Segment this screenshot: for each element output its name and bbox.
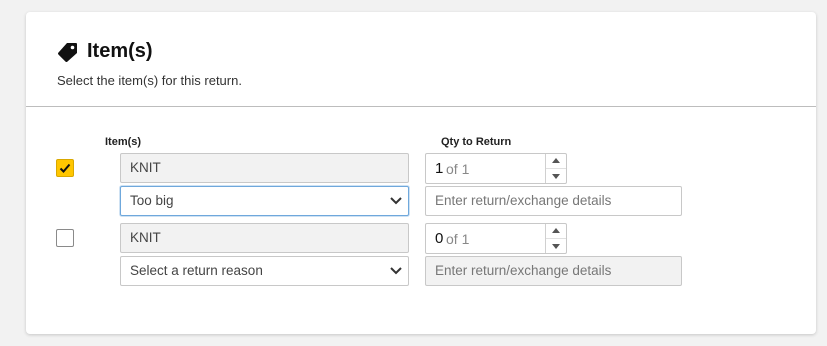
qty-column-header: Qty to Return — [441, 136, 512, 148]
section-header: Item(s) Select the item(s) for this retu… — [26, 12, 816, 107]
items-column-header: Item(s) — [105, 136, 142, 148]
tag-icon — [58, 43, 77, 62]
item-name-field-1: KNIT — [120, 153, 409, 183]
qty-increment-button-1[interactable] — [546, 154, 566, 169]
return-reason-value-1: Too big — [130, 193, 174, 208]
qty-increment-button-2[interactable] — [546, 224, 566, 239]
check-icon — [59, 163, 71, 173]
return-items-card: Item(s) Select the item(s) for this retu… — [26, 12, 816, 334]
section-subtitle: Select the item(s) for this return. — [57, 73, 242, 88]
item-checkbox-1[interactable] — [56, 159, 74, 177]
return-details-input-1[interactable]: Enter return/exchange details — [425, 186, 682, 216]
section-title: Item(s) — [87, 40, 153, 62]
caret-up-icon — [552, 158, 560, 163]
qty-spinner-2 — [545, 224, 566, 253]
qty-spinner-1 — [545, 154, 566, 183]
qty-decrement-button-2[interactable] — [546, 239, 566, 253]
return-reason-select-1[interactable]: Too big — [120, 186, 409, 216]
caret-down-icon — [552, 174, 560, 179]
caret-up-icon — [552, 228, 560, 233]
qty-decrement-button-1[interactable] — [546, 169, 566, 183]
qty-of-2: of 1 — [446, 231, 470, 247]
chevron-down-icon — [390, 197, 402, 205]
return-reason-value-2: Select a return reason — [130, 263, 263, 278]
qty-stepper-2[interactable]: 0 of 1 — [425, 223, 567, 254]
chevron-down-icon — [390, 267, 402, 275]
qty-stepper-1[interactable]: 1 of 1 — [425, 153, 567, 184]
item-name-field-2: KNIT — [120, 223, 409, 253]
qty-value-1: 1 — [435, 160, 444, 177]
qty-value-2: 0 — [435, 230, 444, 247]
return-reason-select-2[interactable]: Select a return reason — [120, 256, 409, 286]
item-checkbox-2[interactable] — [56, 229, 74, 247]
caret-down-icon — [552, 244, 560, 249]
qty-of-1: of 1 — [446, 161, 470, 177]
return-details-input-2[interactable]: Enter return/exchange details — [425, 256, 682, 286]
